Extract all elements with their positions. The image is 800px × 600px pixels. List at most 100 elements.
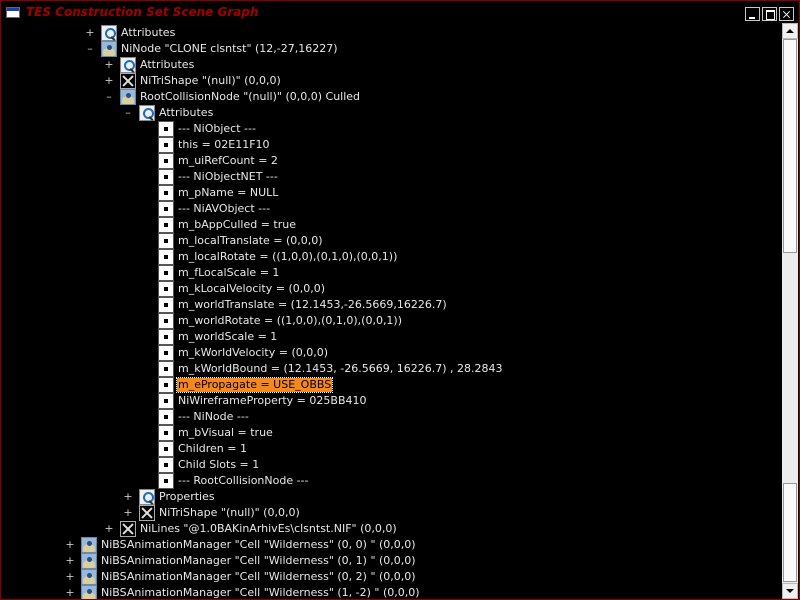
tree-row[interactable]: + NiTriShape "(null)" (0,0,0) xyxy=(1,73,781,89)
tree-item-label[interactable]: NiBSAnimationManager "Cell "Wilderness" … xyxy=(100,554,417,568)
expand-toggle[interactable]: + xyxy=(104,522,114,536)
tree-item-label-selected[interactable]: m_ePropagate = USE_OBBS xyxy=(175,377,334,393)
tree-item-label[interactable]: Properties xyxy=(158,490,216,504)
expand-toggle[interactable]: + xyxy=(85,26,95,40)
scroll-thumb[interactable] xyxy=(783,39,797,253)
tree-row[interactable]: – RootCollisionNode "(null)" (0,0,0) Cull… xyxy=(1,89,781,105)
tree-row[interactable]: m_bAppCulled = true xyxy=(1,217,781,233)
tree-row[interactable]: m_localRotate = ((1,0,0),(0,1,0),(0,0,1)… xyxy=(1,249,781,265)
tree-item-label[interactable]: m_worldScale = 1 xyxy=(177,330,278,344)
tree-item-label[interactable]: --- NiObjectNET --- xyxy=(177,170,279,184)
expand-toggle[interactable]: + xyxy=(65,586,75,599)
tree-row[interactable]: m_kWorldVelocity = (0,0,0) xyxy=(1,345,781,361)
tree-row[interactable]: m_worldRotate = ((1,0,0),(0,1,0),(0,0,1)… xyxy=(1,313,781,329)
tree-row[interactable]: + Attributes xyxy=(1,25,781,41)
tree-row[interactable]: --- NiObjectNET --- xyxy=(1,169,781,185)
tree-row[interactable]: + Properties xyxy=(1,489,781,505)
tree-item-label[interactable]: m_kLocalVelocity = (0,0,0) xyxy=(177,282,326,296)
tree-item-label[interactable]: m_worldTranslate = (12.1453,-26.5669,162… xyxy=(177,298,448,312)
field-icon xyxy=(158,393,174,409)
tree-item-label[interactable]: NiBSAnimationManager "Cell "Wilderness" … xyxy=(100,586,421,599)
tree-item-label[interactable]: --- NiAVObject --- xyxy=(177,202,271,216)
collapse-toggle[interactable]: – xyxy=(85,42,95,56)
tree-row[interactable]: + NiTriShape "(null)" (0,0,0) xyxy=(1,505,781,521)
tree-row[interactable]: m_worldTranslate = (12.1453,-26.5669,162… xyxy=(1,297,781,313)
tree-item-label[interactable]: Attributes xyxy=(120,26,176,40)
expand-toggle[interactable]: + xyxy=(123,506,133,520)
tree-row[interactable]: + NiBSAnimationManager "Cell "Wilderness"… xyxy=(1,569,781,585)
tree-row[interactable]: Child Slots = 1 xyxy=(1,457,781,473)
expand-toggle[interactable]: + xyxy=(104,58,114,72)
tree-row[interactable]: --- NiObject --- xyxy=(1,121,781,137)
tree-item-label[interactable]: m_kWorldBound = (12.1453, -26.5669, 1622… xyxy=(177,362,504,376)
tree-row[interactable]: this = 02E11F10 xyxy=(1,137,781,153)
tree-row[interactable]: m_bVisual = true xyxy=(1,425,781,441)
tree-item-label[interactable]: NiBSAnimationManager "Cell "Wilderness" … xyxy=(100,538,417,552)
tree-row[interactable]: m_pName = NULL xyxy=(1,185,781,201)
collapse-toggle[interactable]: – xyxy=(104,90,114,104)
tree-item-label[interactable]: m_localTranslate = (0,0,0) xyxy=(177,234,324,248)
expand-toggle[interactable]: + xyxy=(123,490,133,504)
tree-item-label[interactable]: NiBSAnimationManager "Cell "Wilderness" … xyxy=(100,570,417,584)
tree-item-label[interactable]: NiWireframeProperty = 025BB410 xyxy=(177,394,367,408)
tree-row[interactable]: Children = 1 xyxy=(1,441,781,457)
tree-row[interactable]: m_kLocalVelocity = (0,0,0) xyxy=(1,281,781,297)
expand-toggle[interactable]: + xyxy=(65,554,75,568)
tree-row[interactable]: NiWireframeProperty = 025BB410 xyxy=(1,393,781,409)
tree-item-label[interactable]: m_kWorldVelocity = (0,0,0) xyxy=(177,346,329,360)
tree-row[interactable]: m_fLocalScale = 1 xyxy=(1,265,781,281)
tree-row[interactable]: + Attributes xyxy=(1,57,781,73)
tree-item-label[interactable]: --- NiObject --- xyxy=(177,122,257,136)
scroll-down-button[interactable] xyxy=(782,583,798,599)
tree-item-label[interactable]: NiNode "CLONE clsntst" (12,-27,16227) xyxy=(120,42,339,56)
tree-row[interactable]: – Attributes xyxy=(1,105,781,121)
tree-item-label[interactable]: RootCollisionNode "(null)" (0,0,0) Culle… xyxy=(139,90,361,104)
expand-toggle[interactable]: + xyxy=(104,74,114,88)
tree-row[interactable]: + NiBSAnimationManager "Cell "Wilderness"… xyxy=(1,553,781,569)
field-icon xyxy=(158,153,174,169)
tree-item-label[interactable]: --- RootCollisionNode --- xyxy=(177,474,310,488)
tree-row[interactable]: m_localTranslate = (0,0,0) xyxy=(1,233,781,249)
tree-row[interactable]: – NiNode "CLONE clsntst" (12,-27,16227) xyxy=(1,41,781,57)
vertical-scrollbar[interactable] xyxy=(782,23,798,599)
tree-row[interactable]: + NiBSAnimationManager "Cell "Wilderness"… xyxy=(1,537,781,553)
field-icon xyxy=(158,361,174,377)
tree-row[interactable]: + NiLines "@1.0BAKinArhivEs\clsntst.NIF" … xyxy=(1,521,781,537)
expand-toggle[interactable]: + xyxy=(65,570,75,584)
minimize-button[interactable] xyxy=(745,7,760,21)
tree-item-label[interactable]: m_worldRotate = ((1,0,0),(0,1,0),(0,0,1)… xyxy=(177,314,403,328)
tree-row[interactable]: m_uiRefCount = 2 xyxy=(1,153,781,169)
scroll-thumb-lower[interactable] xyxy=(783,483,797,582)
tree-row[interactable]: --- RootCollisionNode --- xyxy=(1,473,781,489)
tree-item-label[interactable]: this = 02E11F10 xyxy=(177,138,271,152)
tree-item-label[interactable]: NiTriShape "(null)" (0,0,0) xyxy=(158,506,301,520)
tree-item-label[interactable]: NiLines "@1.0BAKinArhivEs\clsntst.NIF" (… xyxy=(139,522,398,536)
tree-row[interactable]: + NiBSAnimationManager "Cell "Wilderness"… xyxy=(1,585,781,599)
tree-item-label[interactable]: m_bVisual = true xyxy=(177,426,274,440)
tree-item-label[interactable]: m_localRotate = ((1,0,0),(0,1,0),(0,0,1)… xyxy=(177,250,398,264)
scroll-up-button[interactable] xyxy=(782,23,798,39)
tree-item-label[interactable]: m_pName = NULL xyxy=(177,186,279,200)
field-icon xyxy=(158,425,174,441)
tree-row[interactable]: m_worldScale = 1 xyxy=(1,329,781,345)
tree-item-label[interactable]: Attributes xyxy=(139,58,195,72)
title-bar[interactable]: TES Construction Set Scene Graph xyxy=(1,1,799,23)
close-button[interactable] xyxy=(779,7,794,21)
maximize-button[interactable] xyxy=(762,7,777,21)
tree-item-label[interactable]: Child Slots = 1 xyxy=(177,458,260,472)
tree-row[interactable]: m_kWorldBound = (12.1453, -26.5669, 1622… xyxy=(1,361,781,377)
node-icon xyxy=(101,41,117,57)
tree-item-label[interactable]: m_uiRefCount = 2 xyxy=(177,154,279,168)
collapse-toggle[interactable]: – xyxy=(123,106,133,120)
tree-row[interactable]: --- NiAVObject --- xyxy=(1,201,781,217)
tree-item-label[interactable]: Attributes xyxy=(158,106,214,120)
tree-row[interactable]: m_ePropagate = USE_OBBS xyxy=(1,377,781,393)
tree-item-label[interactable]: m_fLocalScale = 1 xyxy=(177,266,280,280)
tree-row[interactable]: --- NiNode --- xyxy=(1,409,781,425)
tree-item-label[interactable]: NiTriShape "(null)" (0,0,0) xyxy=(139,74,282,88)
tree-item-label[interactable]: --- NiNode --- xyxy=(177,410,250,424)
node-icon xyxy=(120,89,136,105)
expand-toggle[interactable]: + xyxy=(65,538,75,552)
tree-item-label[interactable]: Children = 1 xyxy=(177,442,248,456)
tree-item-label[interactable]: m_bAppCulled = true xyxy=(177,218,297,232)
